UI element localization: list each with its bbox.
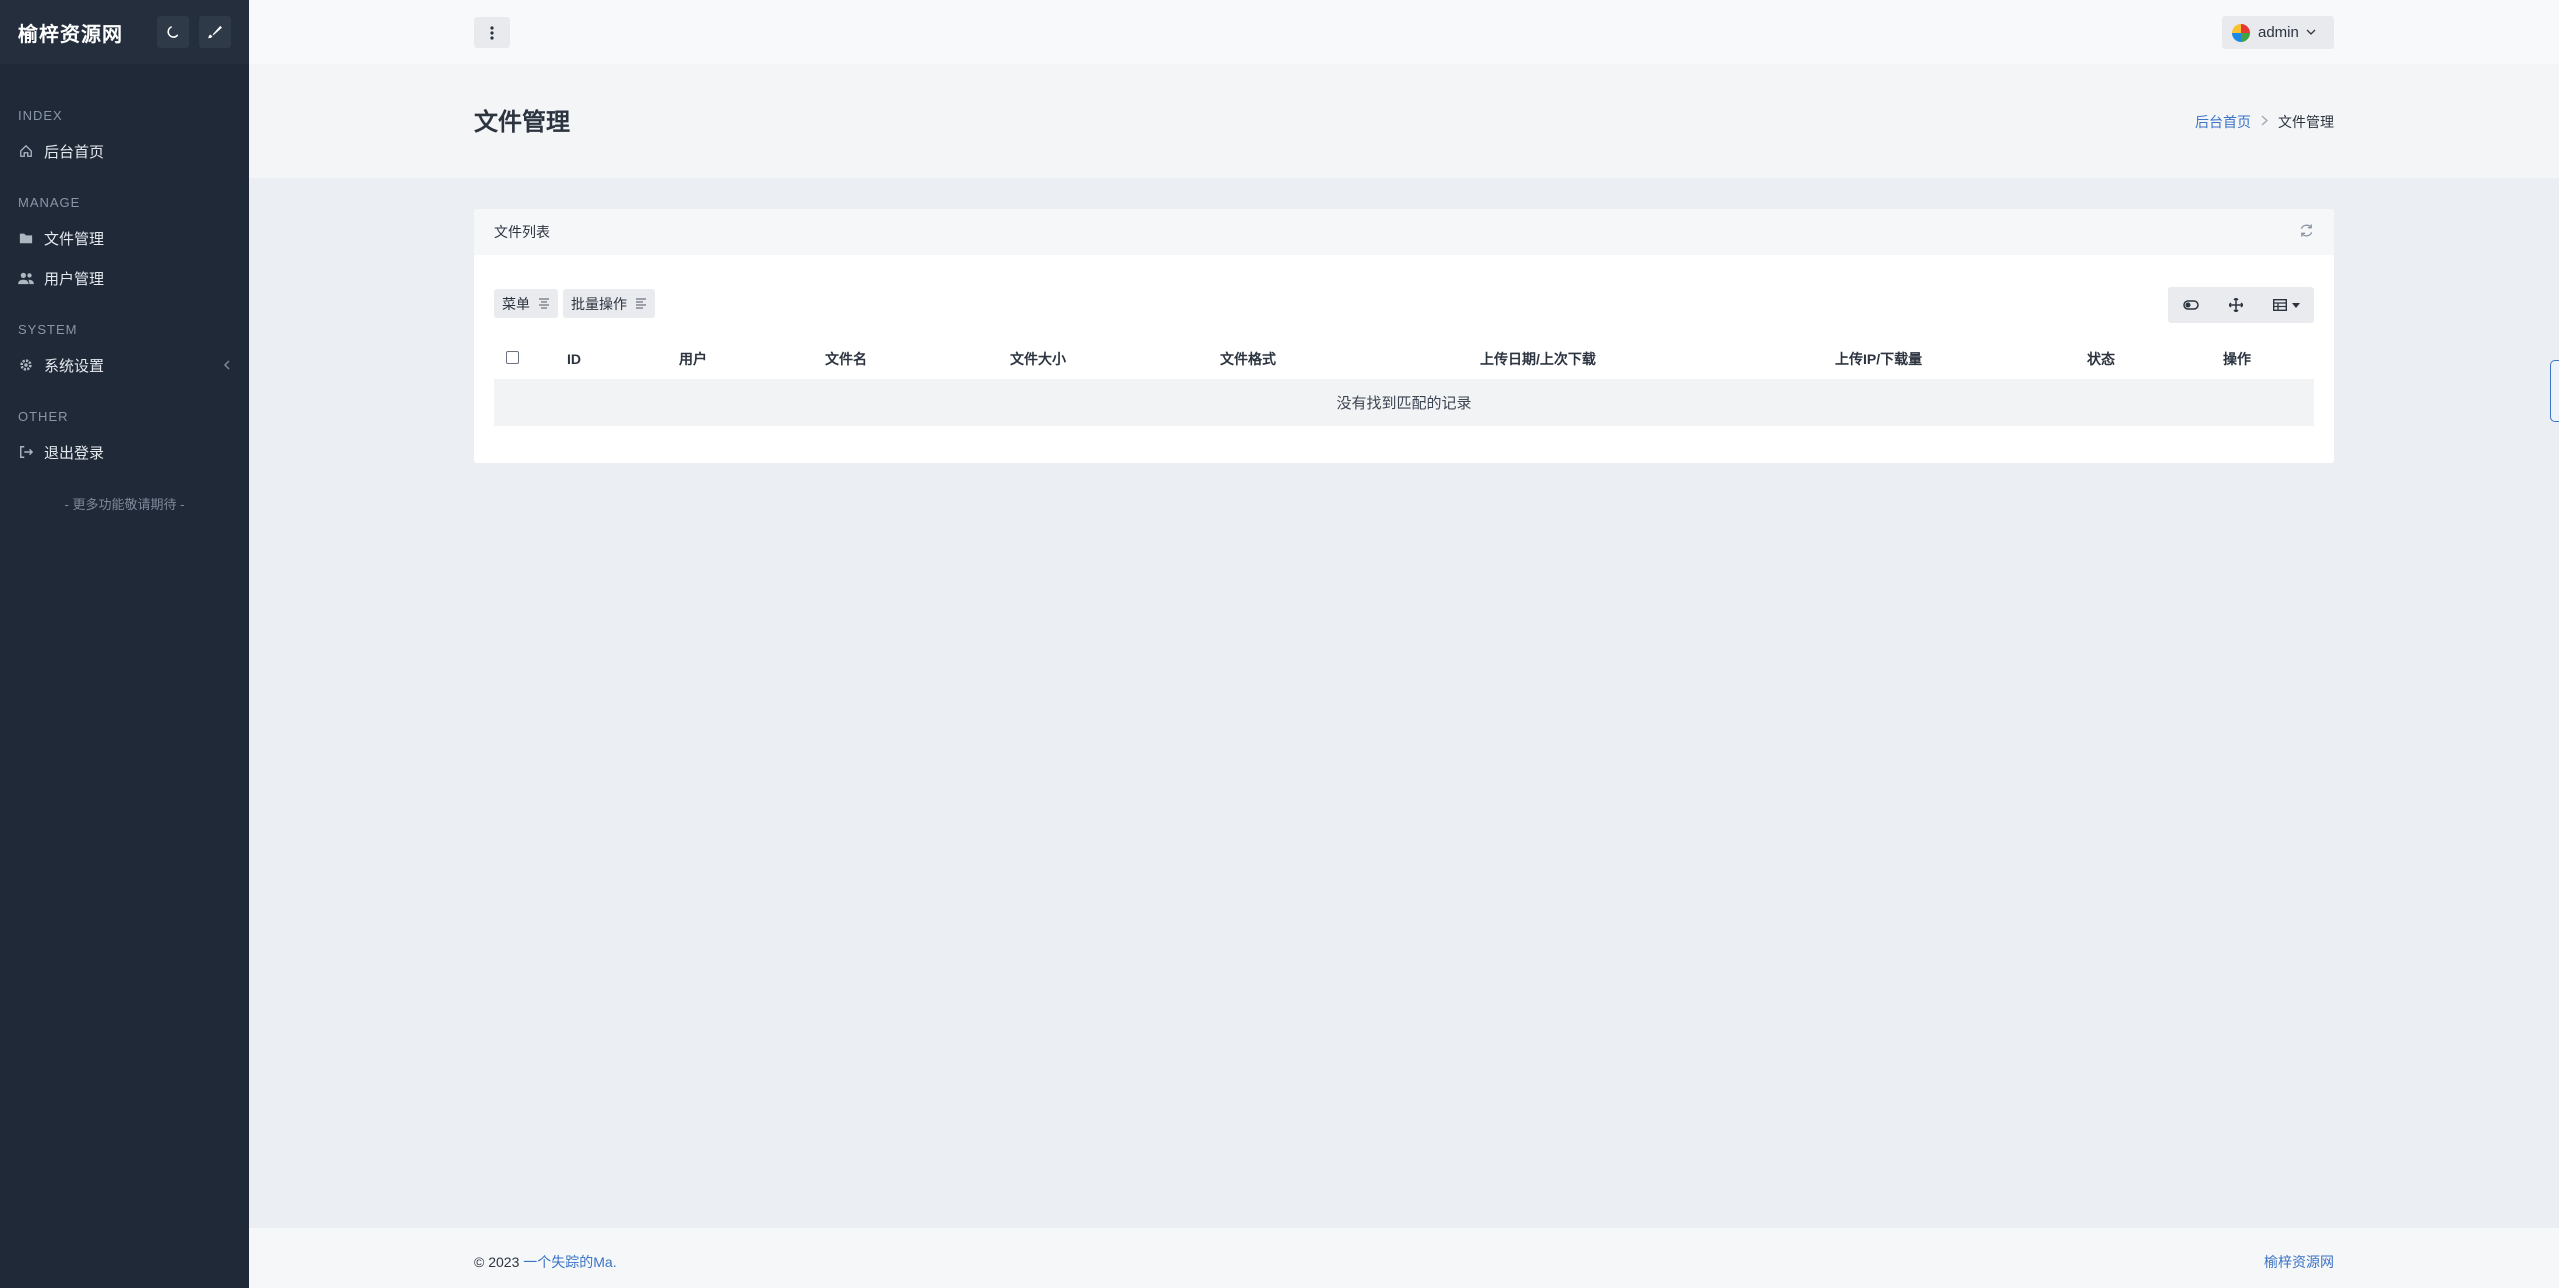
sidebar-item-settings[interactable]: 系统设置 [0,345,249,385]
scroll-indicator[interactable] [2550,360,2559,422]
batch-actions-button[interactable]: 批量操作 [563,289,655,318]
brand-logo[interactable]: 榆梓资源网 [18,18,147,47]
sidebar-item-users[interactable]: 用户管理 [0,258,249,298]
columns-dropdown-button[interactable] [2258,287,2314,323]
topbar: admin [249,0,2559,64]
home-icon [18,143,34,159]
avatar [2232,23,2250,42]
chevron-down-icon [2306,29,2316,35]
column-header[interactable]: 用户 [679,339,825,379]
table-header-row: ID 用户 文件名 文件大小 文件格式 上传日期/上次下载 上传IP/下载量 状… [494,339,2314,379]
breadcrumb: 后台首页 文件管理 [2195,112,2334,132]
sidebar-item-files[interactable]: 文件管理 [0,218,249,258]
table-row: 没有找到匹配的记录 [494,379,2314,426]
gear-icon [18,357,34,373]
folder-icon [18,230,34,246]
menu-dropdown-button[interactable]: 菜单 [494,289,558,318]
page-title: 文件管理 [474,109,570,136]
section-system: SYSTEM [18,322,78,337]
username: admin [2258,24,2299,41]
footer-copyright: © 2023 一个失踪的Ma. [474,1252,617,1272]
user-menu-button[interactable]: admin [2222,16,2334,49]
sidebar-item-home[interactable]: 后台首页 [0,131,249,171]
batch-label: 批量操作 [571,295,627,312]
author-link[interactable]: 一个失踪的Ma. [523,1254,616,1270]
table-tools [2168,287,2314,323]
column-header[interactable]: 上传日期/上次下载 [1480,339,1835,379]
table-columns-icon [2272,299,2287,311]
sidebar-item-label: 后台首页 [44,143,105,161]
column-header[interactable]: 文件大小 [1010,339,1220,379]
menu-toggle-button[interactable] [474,17,510,48]
menu-label: 菜单 [502,295,530,312]
column-header[interactable]: 文件名 [825,339,1010,379]
site-link[interactable]: 榆梓资源网 [2264,1252,2334,1272]
column-header[interactable]: 状态 [2087,339,2223,379]
users-icon [18,270,34,286]
chevron-right-icon [2261,115,2268,129]
fullscreen-button[interactable] [2213,287,2258,323]
file-table: ID 用户 文件名 文件大小 文件格式 上传日期/上次下载 上传IP/下载量 状… [494,339,2314,426]
align-left-icon [635,298,647,309]
sidebar-item-label: 退出登录 [44,444,105,462]
breadcrumb-home[interactable]: 后台首页 [2195,112,2251,132]
column-header[interactable]: 文件格式 [1220,339,1480,379]
chevron-left-icon [223,357,231,374]
card-title: 文件列表 [494,224,550,240]
align-center-icon [538,298,550,309]
footer: © 2023 一个失踪的Ma. 榆梓资源网 [249,1228,2559,1288]
section-index: INDEX [18,108,63,123]
empty-message: 没有找到匹配的记录 [494,379,2314,426]
column-header[interactable]: 操作 [2223,339,2314,379]
theme-button[interactable] [199,16,231,48]
table-toolbar: 菜单 批量操作 [494,289,660,318]
sidebar-item-label: 文件管理 [44,230,105,248]
sidebar: 榆梓资源网 INDEX 后台首页 MANAGE 文件管理 用户管理 SYSTEM… [0,0,249,1288]
moon-icon [167,26,179,38]
more-features-note: - 更多功能敬请期待 - [64,497,185,512]
brush-icon [208,25,222,39]
logout-icon [18,444,34,460]
sidebar-item-logout[interactable]: 退出登录 [0,432,249,472]
file-list-card: 文件列表 菜单 批量操作 ID 用户 文件名 文件大小 文件格式 上传日期/上次… [474,209,2334,463]
column-header[interactable]: 上传IP/下载量 [1835,339,2087,379]
copyright-text: © 2023 [474,1254,520,1270]
toggle-icon [2182,300,2199,310]
dark-mode-button[interactable] [157,16,189,48]
section-other: OTHER [18,409,69,424]
refresh-icon[interactable] [2299,223,2314,241]
toggle-view-button[interactable] [2168,287,2213,323]
select-all-checkbox[interactable] [506,351,519,364]
kebab-icon [490,25,494,40]
sidebar-header: 榆梓资源网 [0,0,249,64]
page-header: 文件管理 后台首页 文件管理 [249,64,2559,178]
caret-down-icon [2291,302,2300,308]
breadcrumb-current: 文件管理 [2278,114,2334,130]
sidebar-item-label: 系统设置 [44,357,105,375]
section-manage: MANAGE [18,195,81,210]
column-header[interactable]: ID [567,339,679,379]
sidebar-item-label: 用户管理 [44,270,105,288]
card-header: 文件列表 [474,209,2334,255]
move-icon [2228,298,2243,312]
